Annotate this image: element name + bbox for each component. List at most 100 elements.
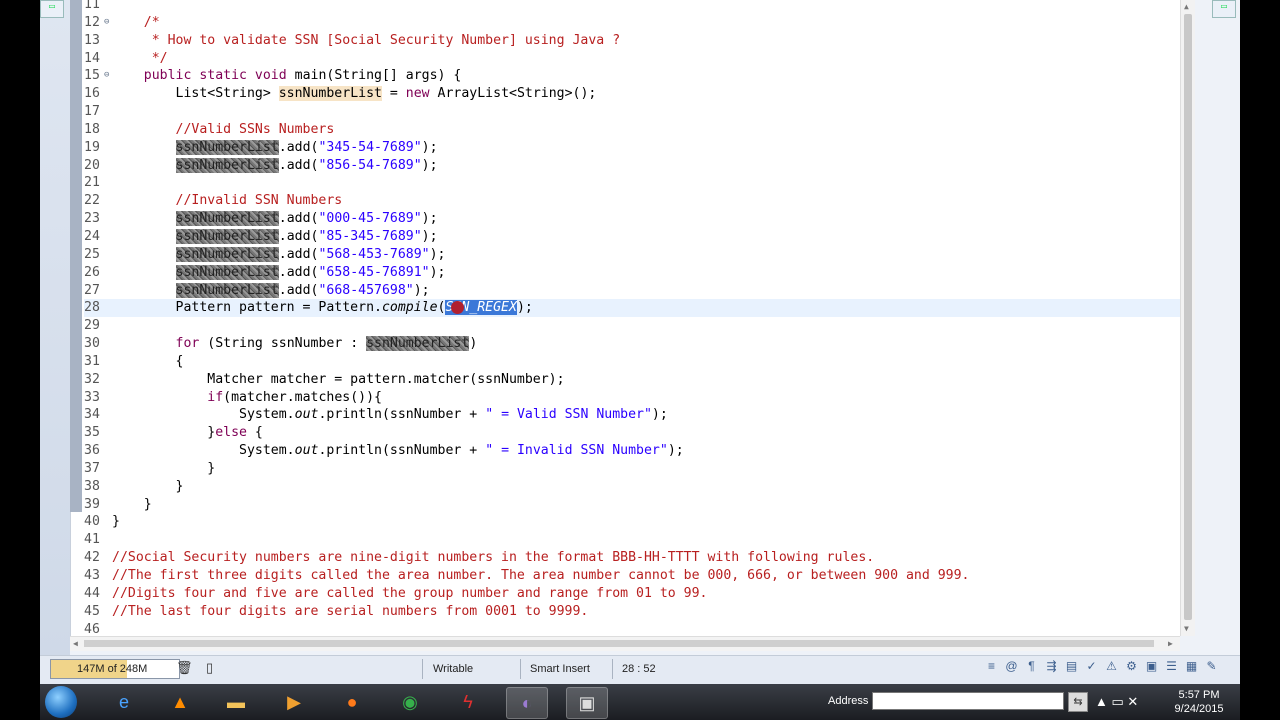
- code-token: "658-45-76891": [318, 264, 430, 280]
- media-player-icon[interactable]: ▶: [274, 687, 314, 717]
- code-line[interactable]: 23 ssnNumberList.add("000-45-7689");: [84, 210, 1184, 228]
- code-line[interactable]: 12 ⊖ /*: [84, 14, 1184, 32]
- code-line[interactable]: 24 ssnNumberList.add("85-345-7689");: [84, 228, 1184, 246]
- code-line[interactable]: 30 for (String ssnNumber : ssnNumberList…: [84, 335, 1184, 353]
- at-icon[interactable]: @: [1004, 659, 1019, 674]
- code-token: out: [294, 407, 319, 423]
- code-token: out: [294, 443, 319, 459]
- heap-status[interactable]: 147M of 248M: [50, 659, 180, 679]
- code-text: //Valid SSNs Numbers: [112, 121, 335, 139]
- code-line[interactable]: 36 System.out.println(ssnNumber + " = In…: [84, 442, 1184, 460]
- internet-explorer-icon[interactable]: e: [104, 687, 144, 717]
- code-text: }: [112, 478, 184, 496]
- code-line[interactable]: 44 //Digits four and five are called the …: [84, 585, 1184, 603]
- code-line[interactable]: 28 Pattern pattern = Pattern.compile(SSN…: [84, 299, 1184, 318]
- code-line[interactable]: 22 //Invalid SSN Numbers: [84, 192, 1184, 210]
- code-line[interactable]: 18 //Valid SSNs Numbers: [84, 121, 1184, 139]
- outline-icon[interactable]: ≡: [984, 659, 999, 674]
- pin-icon[interactable]: ▯: [206, 660, 213, 676]
- code-line[interactable]: 40}: [84, 513, 1184, 531]
- filezilla-icon[interactable]: ϟ: [448, 687, 488, 717]
- code-line[interactable]: 38 }: [84, 478, 1184, 496]
- trash-icon[interactable]: 🗑: [176, 660, 193, 676]
- code-line[interactable]: 31 {: [84, 353, 1184, 371]
- code-line[interactable]: 33 if(matcher.matches()){: [84, 389, 1184, 407]
- vertical-scroll-thumb[interactable]: [1184, 14, 1192, 620]
- code-line[interactable]: 13 * How to validate SSN [Social Securit…: [84, 32, 1184, 50]
- horizontal-scrollbar[interactable]: ◀ ▶: [70, 636, 1180, 651]
- code-token: ssnNumberList: [175, 157, 279, 173]
- tray-icons[interactable]: ▲ ▭ ✕: [1095, 694, 1138, 710]
- code-token: ssnNumberList: [175, 264, 279, 280]
- scroll-right-icon[interactable]: ▶: [1168, 639, 1173, 648]
- line-number: 28: [84, 300, 100, 316]
- code-line[interactable]: 17: [84, 103, 1184, 121]
- code-token: "568-453-7689": [318, 246, 430, 262]
- tasks-icon[interactable]: ✓: [1084, 659, 1099, 674]
- code-line[interactable]: 34 System.out.println(ssnNumber + " = Va…: [84, 406, 1184, 424]
- code-line[interactable]: 21: [84, 174, 1184, 192]
- code-text: //The first three digits called the area…: [112, 567, 969, 585]
- restore-view-button[interactable]: ▭: [1212, 0, 1236, 18]
- vertical-scrollbar[interactable]: ▲ ▼: [1180, 0, 1195, 636]
- edit-icon[interactable]: ✎: [1204, 659, 1219, 674]
- scroll-left-icon[interactable]: ◀: [73, 639, 78, 648]
- code-line[interactable]: 27 ssnNumberList.add("668-457698");: [84, 282, 1184, 300]
- maximize-view-button[interactable]: ▭: [40, 0, 64, 18]
- code-line[interactable]: 45 //The last four digits are serial numb…: [84, 603, 1184, 621]
- code-line[interactable]: 14 */: [84, 50, 1184, 68]
- code-line[interactable]: 15 ⊖ public static void main(String[] arg…: [84, 67, 1184, 85]
- trim-toolbar: ≡ @ ¶ ⇶ ▤ ✓ ⚠ ⚙ ▣ ☰ ▦ ✎: [984, 659, 1219, 679]
- javadoc-icon[interactable]: ¶: [1024, 659, 1039, 674]
- code-line[interactable]: 41: [84, 531, 1184, 549]
- display-icon[interactable]: ▣: [1144, 659, 1159, 674]
- code-line[interactable]: 19 ssnNumberList.add("345-54-7689");: [84, 139, 1184, 157]
- code-token: }: [112, 478, 184, 494]
- code-line[interactable]: 42 //Social Security numbers are nine-dig…: [84, 549, 1184, 567]
- code-line[interactable]: 43 //The first three digits called the ar…: [84, 567, 1184, 585]
- vlc-icon[interactable]: ▲: [160, 687, 200, 717]
- code-line[interactable]: 11: [84, 0, 1184, 14]
- code-line[interactable]: 20 ssnNumberList.add("856-54-7689");: [84, 157, 1184, 175]
- code-text: public static void main(String[] args) {: [112, 67, 462, 85]
- code-text: }: [112, 513, 120, 531]
- code-line[interactable]: 39 }: [84, 496, 1184, 514]
- address-go-button[interactable]: ⇆: [1068, 692, 1088, 712]
- problems-icon[interactable]: ⚠: [1104, 659, 1119, 674]
- firefox-icon[interactable]: ●: [332, 687, 372, 717]
- code-token: "85-345-7689": [318, 228, 422, 244]
- floppy-save-icon[interactable]: ▣: [566, 687, 608, 719]
- chrome-icon[interactable]: ◉: [390, 687, 430, 717]
- code-line[interactable]: 29: [84, 317, 1184, 335]
- file-explorer-icon[interactable]: ▬: [216, 687, 256, 717]
- code-area[interactable]: 11 12 ⊖ /* 13 * How to validate SSN [Social…: [84, 0, 1184, 638]
- line-number: 32: [84, 371, 100, 387]
- eclipse-taskbar-icon[interactable]: ◐: [506, 687, 548, 719]
- console-icon[interactable]: ▤: [1064, 659, 1079, 674]
- code-token: );: [421, 157, 438, 173]
- fold-toggle-icon[interactable]: ⊖: [104, 67, 109, 85]
- table-icon[interactable]: ▦: [1184, 659, 1199, 674]
- code-line[interactable]: 25 ssnNumberList.add("568-453-7689");: [84, 246, 1184, 264]
- horizontal-scroll-thumb[interactable]: [84, 640, 1154, 647]
- clock[interactable]: 5:57 PM 9/24/2015: [1164, 688, 1234, 716]
- hierarchy-icon[interactable]: ⇶: [1044, 659, 1059, 674]
- code-text: System.out.println(ssnNumber + " = Valid…: [112, 406, 668, 424]
- code-line[interactable]: 35 }else {: [84, 424, 1184, 442]
- code-line[interactable]: 16 List<String> ssnNumberList = new Arra…: [84, 85, 1184, 103]
- code-line[interactable]: 37 }: [84, 460, 1184, 478]
- address-input[interactable]: [872, 692, 1064, 710]
- settings-icon[interactable]: ⚙: [1124, 659, 1139, 674]
- list-icon[interactable]: ☰: [1164, 659, 1179, 674]
- scroll-down-icon[interactable]: ▼: [1184, 624, 1189, 633]
- code-line[interactable]: 26 ssnNumberList.add("658-45-76891");: [84, 264, 1184, 282]
- scroll-up-icon[interactable]: ▲: [1184, 2, 1189, 11]
- code-line[interactable]: 32 Matcher matcher = pattern.matcher(ssn…: [84, 371, 1184, 389]
- line-number: 13: [84, 32, 100, 48]
- code-token: );: [421, 211, 438, 227]
- line-number: 41: [84, 532, 100, 548]
- fold-toggle-icon[interactable]: ⊖: [104, 14, 109, 32]
- code-token: "000-45-7689": [318, 211, 422, 227]
- start-button[interactable]: [45, 686, 77, 718]
